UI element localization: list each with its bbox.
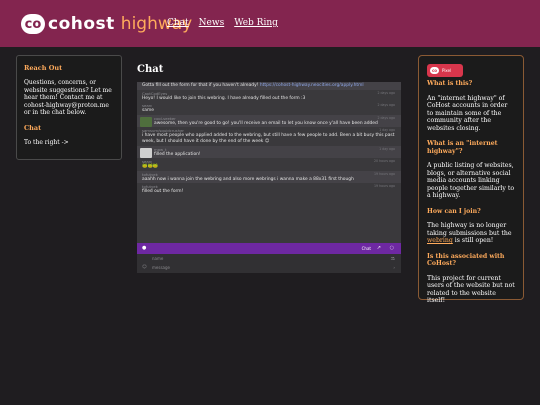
pixel-badge[interactable]: co Pixel xyxy=(427,64,463,77)
faq-question: What is an "internet highway"? xyxy=(427,140,498,155)
message-text: Heyo! I would like to join this webring.… xyxy=(142,95,306,101)
smiley-icon[interactable]: ☺ xyxy=(142,263,147,272)
message-time: 1 day ago xyxy=(379,146,395,151)
chat-heading: Chat xyxy=(24,123,42,132)
message-text: same xyxy=(142,108,154,114)
message-placeholder: message xyxy=(152,265,170,270)
faq-answer: This project for current users of the we… xyxy=(427,274,515,305)
chat-message: Gotta fill out the form for that if you … xyxy=(137,82,401,90)
chat-messages[interactable]: Gotta fill out the form for that if you … xyxy=(137,82,401,243)
webring-link[interactable]: webring xyxy=(427,237,453,244)
external-link-icon[interactable]: ↗ xyxy=(377,245,381,251)
chat-widget: Gotta fill out the form for that if you … xyxy=(137,82,401,273)
chat-button[interactable]: Chat xyxy=(362,246,371,251)
chat-title: Chat xyxy=(137,64,164,75)
chat-message: tofutyek 19 hours ago filled out the for… xyxy=(137,183,401,196)
message-time: 2 days ago xyxy=(377,103,395,108)
faq-question: Is this associated with CoHost? xyxy=(427,252,505,268)
message-field[interactable]: ☺ message › xyxy=(137,263,401,272)
user-icon[interactable]: ● xyxy=(142,245,146,251)
header: co cohost highway Chat News Web Ring xyxy=(0,0,540,47)
nav-chat-link[interactable]: Chat xyxy=(167,18,189,28)
chat-input-area: name ⎄ ☺ message › xyxy=(137,254,401,273)
faq-answer: The highway is no longer taking submissi… xyxy=(427,222,515,245)
message-time: 2 days ago xyxy=(377,90,395,95)
cohost-badge-logo: co xyxy=(430,67,439,74)
message-time: 19 hours ago xyxy=(374,171,395,176)
apply-link[interactable]: https://cohost-highway.neocities.org/app… xyxy=(260,83,364,88)
settings-icon[interactable]: ○ xyxy=(390,245,394,251)
reach-out-heading: Reach Out xyxy=(24,64,63,72)
message-time: 1 day ago xyxy=(379,128,395,133)
chat-message: tofutyek 19 hours ago aaahh now i wanna … xyxy=(137,170,401,184)
chat-hint-text: To the right -> xyxy=(24,138,69,146)
logo-cohost-text: cohost xyxy=(48,14,115,34)
message-time: 20 hours ago xyxy=(374,159,395,164)
faq-answer: An "internet highway" of CoHost accounts… xyxy=(427,94,508,132)
badge-text: Pixel xyxy=(442,68,452,73)
chat-message: searc 20 hours ago 🐸🐸🐸 xyxy=(137,158,401,171)
name-field[interactable]: name ⎄ xyxy=(137,254,401,263)
faq-answer-text: is still open! xyxy=(452,237,494,244)
chat-message: cool-seeker 2 days ago awesome, then you… xyxy=(137,114,401,128)
cohost-logo-badge: co xyxy=(21,14,45,34)
nav-news-link[interactable]: News xyxy=(199,18,225,28)
message-text: awesome, then you're good to go! you'll … xyxy=(154,120,378,126)
message-text: Gotta fill out the form for that if you … xyxy=(142,83,259,88)
avatar xyxy=(140,116,152,127)
chat-toolbar: ● Chat ↗ ○ xyxy=(137,243,401,254)
faq-question: What is this? xyxy=(427,80,473,87)
chat-message: maw_t 1 day ago filled the application! xyxy=(137,145,401,159)
send-arrow-icon[interactable]: › xyxy=(393,263,395,272)
message-text: 🐸🐸🐸 xyxy=(142,164,159,170)
message-text: filled the application! xyxy=(154,151,201,157)
nav-webring-link[interactable]: Web Ring xyxy=(234,18,278,28)
chat-message: CaptCodEyes 2 days ago Heyo! I would lik… xyxy=(137,90,401,103)
main-nav: Chat News Web Ring xyxy=(167,18,278,28)
faq-question: How can I join? xyxy=(427,207,481,215)
send-icon[interactable]: ⎄ xyxy=(391,254,395,263)
reach-out-text: Questions, concerns, or website suggesti… xyxy=(24,79,112,116)
left-sidebar: Reach Out Questions, concerns, or websit… xyxy=(16,55,122,160)
faq-answer: A public listing of websites, blogs, or … xyxy=(427,162,515,199)
chat-message: samsum/squidcrusher 1 day ago i have mos… xyxy=(137,127,401,145)
right-sidebar: co Pixel What is this? An "internet high… xyxy=(418,55,524,304)
message-text: aaahh now i wanna join the webring and a… xyxy=(142,176,354,182)
message-time: 2 days ago xyxy=(377,115,395,120)
avatar xyxy=(140,147,152,158)
faq-answer-text: The highway is no longer taking submissi… xyxy=(427,222,512,237)
chat-message: searc 2 days ago same xyxy=(137,102,401,115)
message-time: 19 hours ago xyxy=(374,184,395,189)
message-text: filled out the form! xyxy=(142,189,184,195)
name-placeholder: name xyxy=(152,256,164,261)
message-text: i have most people who applied added to … xyxy=(142,133,395,144)
